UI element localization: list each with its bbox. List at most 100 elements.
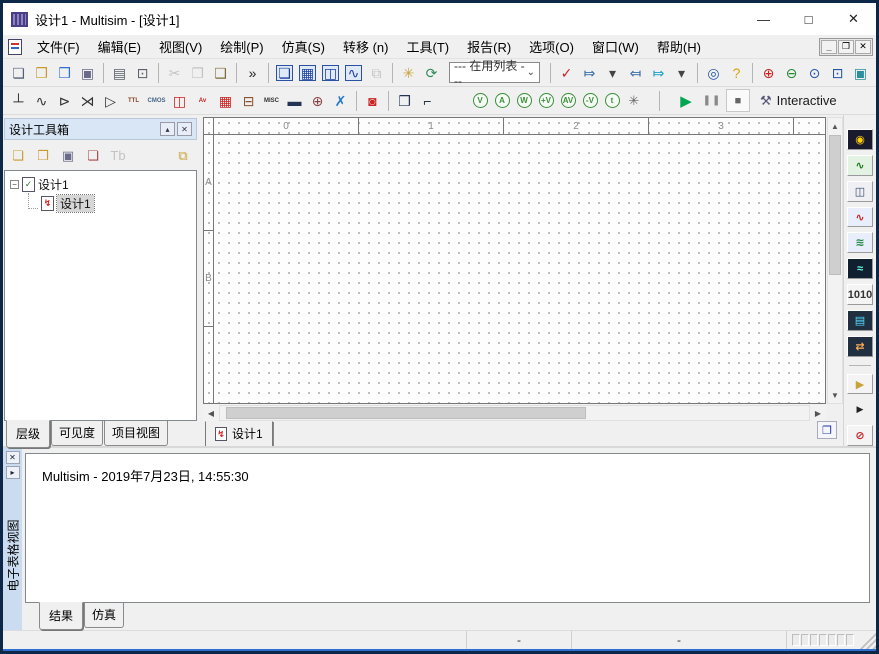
results-pane[interactable]: Multisim - 2019年7月23日, 14:55:30: [25, 453, 870, 603]
tree-expander[interactable]: −: [10, 180, 19, 189]
probe-voltage-button[interactable]: V: [469, 90, 491, 112]
tree-child-label[interactable]: 设计1: [57, 195, 94, 212]
electromechanical-components-button[interactable]: ✗: [329, 89, 352, 112]
zoom-in-button[interactable]: ⊕: [757, 61, 780, 84]
menu-view[interactable]: 视图(V): [150, 34, 211, 59]
toggle-design-toolbox[interactable]: ❏: [273, 61, 296, 84]
interactive-mode-label[interactable]: Interactive: [777, 93, 837, 108]
tree-root-label[interactable]: 设计1: [38, 176, 69, 193]
tab-simulation[interactable]: 仿真: [84, 603, 124, 628]
toolbox-save-button[interactable]: ▣: [57, 144, 79, 166]
help-button[interactable]: ?: [725, 61, 748, 84]
child-restore-button[interactable]: ❐: [838, 40, 854, 54]
scroll-down-icon[interactable]: ▼: [828, 387, 842, 403]
more-buttons[interactable]: »: [241, 61, 264, 84]
menu-window[interactable]: 窗口(W): [583, 34, 648, 59]
analog-components-button[interactable]: ▷: [99, 89, 122, 112]
ni-components-button[interactable]: ◙: [361, 89, 384, 112]
sheet-tab-design1[interactable]: ↯ 设计1: [205, 421, 273, 447]
in-use-list-combobox[interactable]: --- 在用列表 --- ⌄: [449, 62, 540, 83]
zoom-page-button[interactable]: ⊙: [803, 61, 826, 84]
forward-annotate-button[interactable]: ⤇: [647, 61, 670, 84]
close-button[interactable]: ✕: [831, 3, 876, 35]
probe-power-button[interactable]: W: [513, 90, 535, 112]
menu-place[interactable]: 绘制(P): [211, 34, 272, 59]
menu-edit[interactable]: 编辑(E): [89, 34, 150, 59]
zoom-area-button[interactable]: ⊡: [826, 61, 849, 84]
function-generator-button[interactable]: ∿: [847, 155, 873, 176]
child-close-button[interactable]: ✕: [855, 40, 871, 54]
maximize-button[interactable]: □: [786, 3, 831, 35]
transfer-ultiboard-dropdown[interactable]: ▾: [601, 61, 624, 84]
print-preview-button[interactable]: ⊡: [131, 61, 154, 84]
erc-check-button[interactable]: ✓: [555, 61, 578, 84]
menu-simulate[interactable]: 仿真(S): [273, 34, 334, 59]
probe-voltage-neg-button[interactable]: -V: [579, 90, 601, 112]
probe-voltage-ref-button[interactable]: +V: [535, 90, 557, 112]
probe-current-button[interactable]: A: [491, 90, 513, 112]
source-components-button[interactable]: ┴: [7, 89, 30, 112]
toolbox-open-button[interactable]: ❒: [32, 144, 54, 166]
diode-components-button[interactable]: ⊳: [53, 89, 76, 112]
vertical-scrollbar[interactable]: ▲ ▼: [827, 117, 843, 404]
indicator-components-button[interactable]: ▦: [214, 89, 237, 112]
schematic-sheet[interactable]: 01234 AB: [203, 117, 826, 404]
toolbox-text-button[interactable]: Tb: [107, 144, 129, 166]
tab-results[interactable]: 结果: [39, 602, 83, 630]
menu-reports[interactable]: 报告(R): [458, 34, 520, 59]
forward-annotate-dropdown[interactable]: ▾: [670, 61, 693, 84]
menu-options[interactable]: 选项(O): [520, 34, 583, 59]
transistor-components-button[interactable]: ⋊: [76, 89, 99, 112]
open-file-button[interactable]: ❒: [30, 61, 53, 84]
spreadsheet-close-button[interactable]: ✕: [6, 451, 20, 464]
resize-grip[interactable]: [858, 631, 876, 649]
paste-button[interactable]: ❑: [209, 61, 232, 84]
toggle-database-view[interactable]: ◫: [319, 61, 342, 84]
power-components-button[interactable]: ⊟: [237, 89, 260, 112]
peripherals-components-button[interactable]: ▬: [283, 89, 306, 112]
tree-child-row[interactable]: ↯ 设计1: [21, 194, 194, 213]
open-sample-button[interactable]: ❒: [53, 61, 76, 84]
tree-root-row[interactable]: − ✓ 设计1: [7, 175, 194, 194]
copy-button[interactable]: ❐: [186, 61, 209, 84]
oscilloscope-button[interactable]: ∿: [847, 207, 873, 228]
menu-file[interactable]: 文件(F): [28, 34, 89, 59]
back-annotate-button[interactable]: ⤆: [624, 61, 647, 84]
wrench-icon[interactable]: ⚒: [760, 93, 772, 109]
fullscreen-button[interactable]: ▣: [849, 61, 872, 84]
multimeter-button[interactable]: ◉: [847, 129, 873, 150]
probe-voltage-current-button[interactable]: AV: [557, 90, 579, 112]
digital-components-button[interactable]: ◫: [168, 89, 191, 112]
panel-minimize-button[interactable]: ▴: [160, 122, 175, 136]
ttl-components-button[interactable]: TTL: [122, 89, 145, 112]
horizontal-scroll-thumb[interactable]: [226, 407, 586, 419]
new-file-button[interactable]: ❏: [7, 61, 30, 84]
misc-components-button[interactable]: MISC: [260, 89, 283, 112]
tab-project-view[interactable]: 项目视图: [104, 421, 168, 446]
wattmeter-button[interactable]: ◫: [847, 181, 873, 202]
find-button[interactable]: ◎: [702, 61, 725, 84]
probe-digital-button[interactable]: t: [601, 90, 623, 112]
panel-close-button[interactable]: ✕: [177, 122, 192, 136]
horizontal-scrollbar[interactable]: ◀ ▶: [203, 405, 843, 421]
logic-converter-button[interactable]: ⇄: [847, 336, 873, 357]
rf-components-button[interactable]: ⊕: [306, 89, 329, 112]
scroll-right-icon[interactable]: ▶: [810, 405, 826, 421]
logic-analyzer-button[interactable]: ▤: [847, 310, 873, 331]
menu-help[interactable]: 帮助(H): [648, 34, 710, 59]
hierarchical-block-button[interactable]: ❒: [393, 89, 416, 112]
database-manager-button[interactable]: ⟳: [420, 61, 443, 84]
tab-visibility[interactable]: 可见度: [51, 421, 103, 446]
toggle-spreadsheet-view[interactable]: ▦: [296, 61, 319, 84]
menu-transfer[interactable]: 转移 (n): [334, 34, 398, 59]
stop-simulation-button[interactable]: ■: [726, 89, 750, 112]
document-icon[interactable]: [8, 39, 22, 55]
create-component-button[interactable]: ✳: [397, 61, 420, 84]
toolbox-new-button[interactable]: ❏: [7, 144, 29, 166]
toggle-grapher[interactable]: ∿: [342, 61, 365, 84]
instrument-dropdown-button[interactable]: ▶: [847, 399, 873, 420]
zoom-out-button[interactable]: ⊖: [780, 61, 803, 84]
word-generator-button[interactable]: 1010: [847, 284, 873, 305]
four-channel-oscilloscope-button[interactable]: ≋: [847, 232, 873, 253]
scroll-up-icon[interactable]: ▲: [828, 118, 842, 134]
